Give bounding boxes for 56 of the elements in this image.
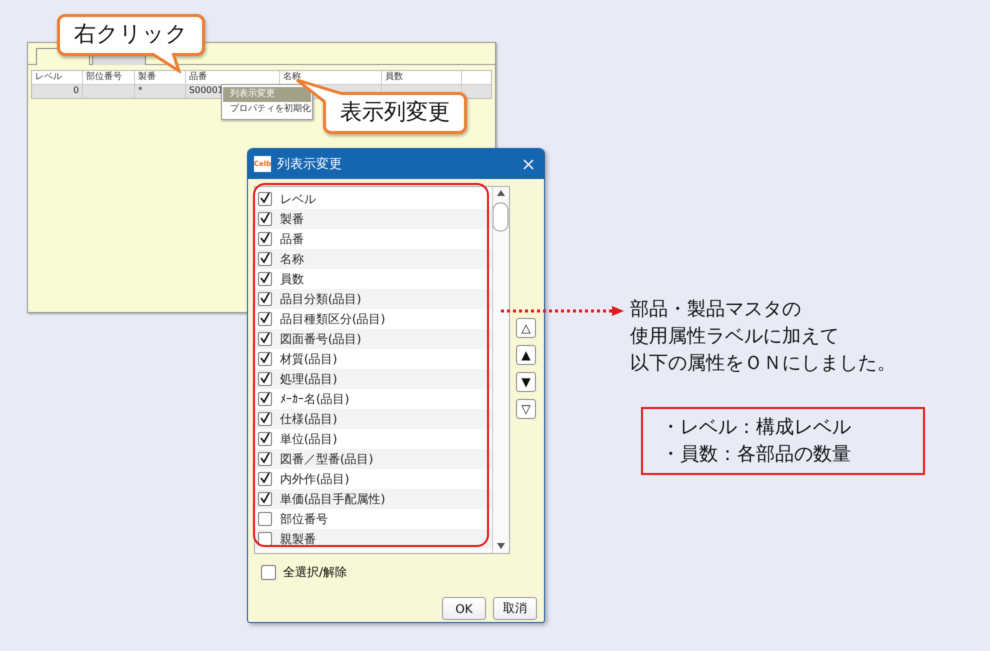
note-text: 使用属性ラベルに加えて [630, 324, 840, 349]
close-icon [523, 158, 534, 170]
checkbox-label: レベル [280, 190, 316, 208]
checkbox[interactable] [258, 352, 272, 366]
note-text: 以下の属性をＯＮにしました。 [630, 351, 896, 376]
callout-tooltip: 右クリック [57, 14, 205, 73]
menu-item[interactable]: プロパティを初期化 [223, 102, 311, 117]
checkbox[interactable] [258, 392, 272, 406]
scrollbar[interactable] [492, 187, 509, 553]
order-button[interactable]: ▼ [516, 372, 536, 392]
checkbox[interactable] [258, 492, 272, 506]
order-button[interactable]: ▽ [516, 399, 536, 419]
checkbox-label: 品番 [280, 230, 304, 248]
note-text: ・員数：各部品の数量 [661, 442, 852, 467]
checkbox-label: 仕様(品目) [280, 410, 338, 428]
checkbox-label: 単位(品目) [280, 430, 338, 448]
checkbox-label: 員数 [280, 270, 304, 288]
checkbox[interactable] [258, 452, 272, 466]
checkbox[interactable] [258, 312, 272, 326]
checkbox[interactable] [258, 272, 272, 286]
checkbox-label: 品目分類(品目) [280, 290, 362, 308]
checkbox-label: 名称 [280, 250, 304, 268]
window-title: 列表示変更 [277, 156, 343, 173]
checkbox-label: 単価(品目手配属性) [280, 490, 386, 508]
checkbox[interactable] [258, 472, 272, 486]
checkbox-label: 品目種類区分(品目) [280, 310, 386, 328]
cancel-button[interactable]: 取消 [493, 597, 537, 620]
checkbox[interactable] [258, 412, 272, 426]
note-text: 部品・製品マスタの [630, 297, 802, 322]
checkbox-label: 部位番号 [280, 510, 328, 528]
table-cell: 0 [32, 85, 83, 98]
order-button[interactable]: △ [516, 318, 536, 338]
order-button[interactable]: ▲ [516, 345, 536, 365]
checkbox-label: 親製番 [280, 530, 316, 548]
checkbox[interactable] [258, 292, 272, 306]
checkbox-label: 図面番号(品目) [280, 330, 362, 348]
checkbox-label: 全選択/解除 [283, 564, 348, 581]
ok-button[interactable]: OK [442, 597, 486, 620]
checkbox-label: ﾒｰｶｰ名(品目) [280, 390, 350, 408]
checkbox[interactable] [258, 252, 272, 266]
checkbox[interactable] [258, 532, 272, 546]
checkbox-label: 処理(品目) [280, 370, 338, 388]
checkbox[interactable] [258, 372, 272, 386]
checkbox[interactable] [258, 232, 272, 246]
checkbox[interactable] [258, 432, 272, 446]
checkbox-label: 内外作(品目) [280, 470, 350, 488]
checkbox-label: 製番 [280, 210, 304, 228]
checkbox-label: 材質(品目) [280, 350, 338, 368]
checkbox[interactable] [258, 212, 272, 226]
checkbox[interactable] [258, 512, 272, 526]
checkbox[interactable] [258, 192, 272, 206]
checkbox[interactable] [258, 332, 272, 346]
table-cell: * [135, 85, 186, 98]
note-text: ・レベル：構成レベル [661, 415, 852, 440]
checkbox[interactable] [261, 565, 276, 580]
checkbox-label: 図番／型番(品目) [280, 450, 374, 468]
